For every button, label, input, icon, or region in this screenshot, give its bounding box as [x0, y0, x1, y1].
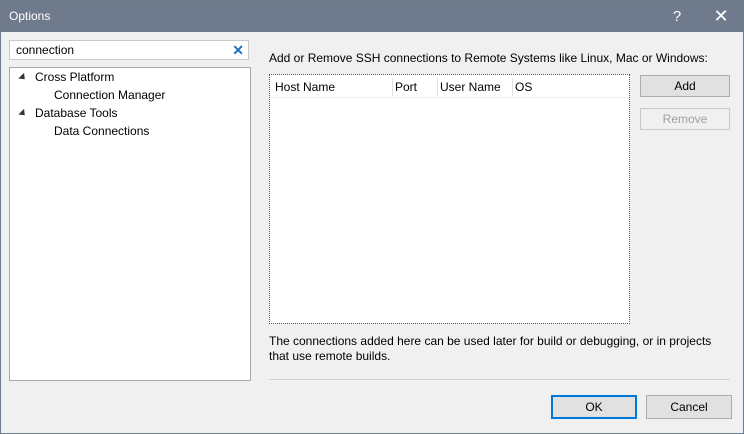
column-separator[interactable] [512, 78, 513, 96]
remove-button[interactable]: Remove [640, 108, 730, 130]
ok-button[interactable]: OK [551, 395, 637, 419]
tree-item-cross-platform[interactable]: Cross Platform [35, 70, 114, 84]
clear-search-icon[interactable]: ✕ [232, 42, 244, 59]
instructions-text: Add or Remove SSH connections to Remote … [269, 51, 708, 65]
column-port[interactable]: Port [395, 80, 417, 94]
title-bar: Options ? ✕ [1, 1, 743, 32]
options-dialog: Options ? ✕ connection ✕ Cross Platform … [0, 0, 744, 434]
tree-item-connection-manager[interactable]: Connection Manager [54, 88, 165, 102]
search-input-value: connection [16, 43, 75, 57]
tree-item-database-tools[interactable]: Database Tools [35, 106, 118, 120]
help-note: The connections added here can be used l… [269, 334, 712, 363]
column-user-name[interactable]: User Name [440, 80, 501, 94]
tree-item-data-connections[interactable]: Data Connections [54, 124, 149, 138]
column-host-name[interactable]: Host Name [275, 80, 335, 94]
column-separator[interactable] [437, 78, 438, 96]
add-button[interactable]: Add [640, 75, 730, 97]
footer-divider [269, 379, 730, 380]
expand-arrow-icon[interactable] [18, 72, 28, 83]
close-button[interactable]: ✕ [701, 1, 741, 32]
connections-list[interactable]: Host Name Port User Name OS [269, 74, 630, 324]
dialog-title: Options [9, 9, 51, 23]
help-button[interactable]: ? [657, 1, 697, 32]
search-input[interactable]: connection ✕ [9, 40, 249, 60]
expand-arrow-icon[interactable] [18, 108, 28, 119]
options-tree: Cross Platform Connection Manager Databa… [9, 67, 251, 381]
header-divider [270, 97, 629, 98]
column-os[interactable]: OS [515, 80, 532, 94]
column-separator[interactable] [392, 78, 393, 96]
cancel-button[interactable]: Cancel [646, 395, 732, 419]
